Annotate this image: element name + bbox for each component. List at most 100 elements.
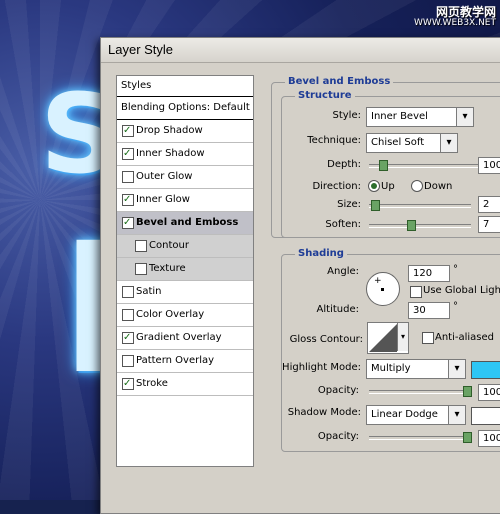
- styles-list: Styles Blending Options: Default Drop Sh…: [116, 75, 254, 467]
- style-item-contour[interactable]: Contour: [117, 235, 253, 258]
- depth-input[interactable]: 100: [478, 157, 500, 174]
- size-slider-thumb[interactable]: [371, 200, 380, 211]
- shadow-color-swatch[interactable]: [471, 407, 500, 425]
- structure-title: Structure: [295, 90, 355, 101]
- angle-label: Angle:: [327, 266, 359, 277]
- altitude-input[interactable]: 30: [408, 302, 450, 319]
- style-item-inner-glow[interactable]: Inner Glow: [117, 189, 253, 212]
- highlight-opacity-thumb[interactable]: [463, 386, 472, 397]
- crosshair-icon: +: [374, 276, 382, 286]
- style-item-label: Color Overlay: [136, 309, 205, 320]
- style-item-label: Stroke: [136, 378, 168, 389]
- anti-aliased-checkbox[interactable]: [422, 332, 434, 344]
- style-item-checkbox[interactable]: [122, 309, 134, 321]
- chevron-down-icon: ▾: [397, 323, 408, 351]
- soften-label: Soften:: [325, 219, 361, 230]
- style-item-label: Satin: [136, 286, 162, 297]
- soften-slider-thumb[interactable]: [407, 220, 416, 231]
- direction-down-label: Down: [424, 181, 453, 192]
- watermark: 网页教学网 WWW.WEB3X.NET: [414, 5, 496, 29]
- bevel-emboss-title: Bevel and Emboss: [285, 76, 394, 87]
- style-label: Style:: [332, 110, 362, 121]
- style-item-checkbox[interactable]: [135, 263, 147, 275]
- style-item-gradient-overlay[interactable]: Gradient Overlay: [117, 327, 253, 350]
- style-item-color-overlay[interactable]: Color Overlay: [117, 304, 253, 327]
- style-item-label: Bevel and Emboss: [136, 217, 239, 228]
- style-item-label: Pattern Overlay: [136, 355, 215, 366]
- style-item-label: Contour: [149, 240, 189, 251]
- altitude-label: Altitude:: [316, 304, 359, 315]
- highlight-opacity-input[interactable]: 100: [478, 384, 500, 401]
- size-slider-track[interactable]: [369, 200, 471, 211]
- style-item-inner-shadow[interactable]: Inner Shadow: [117, 143, 253, 166]
- angle-degree: °: [453, 264, 458, 275]
- dialog-title: Layer Style: [108, 42, 174, 57]
- dialog-titlebar[interactable]: Layer Style: [101, 38, 500, 63]
- shadow-mode-select[interactable]: Linear Dodge ▾: [366, 405, 466, 425]
- direction-up-radio[interactable]: [368, 180, 380, 192]
- shadow-opacity-input[interactable]: 100: [478, 430, 500, 447]
- soften-input[interactable]: 7: [478, 216, 500, 233]
- highlight-opacity-track[interactable]: [369, 386, 472, 397]
- soften-slider-track[interactable]: [369, 220, 471, 231]
- style-item-checkbox[interactable]: [122, 171, 134, 183]
- style-item-texture[interactable]: Texture: [117, 258, 253, 281]
- style-item-checkbox[interactable]: [122, 189, 134, 211]
- style-select[interactable]: Inner Bevel ▾: [366, 107, 474, 127]
- style-item-checkbox[interactable]: [135, 240, 147, 252]
- chevron-down-icon: ▾: [440, 134, 457, 152]
- angle-input[interactable]: 120: [408, 265, 450, 282]
- style-item-checkbox[interactable]: [122, 212, 134, 234]
- style-item-checkbox[interactable]: [122, 355, 134, 367]
- size-input[interactable]: 2: [478, 196, 500, 213]
- shadow-opacity-thumb[interactable]: [463, 432, 472, 443]
- style-item-outer-glow[interactable]: Outer Glow: [117, 166, 253, 189]
- global-light-label: Use Global Light: [423, 285, 500, 296]
- contour-preview-icon: [369, 324, 397, 352]
- altitude-degree: °: [453, 301, 458, 312]
- style-item-checkbox[interactable]: [122, 143, 134, 165]
- chevron-down-icon: ▾: [448, 406, 465, 424]
- technique-label: Technique:: [307, 135, 361, 146]
- styles-header[interactable]: Styles: [117, 76, 253, 97]
- depth-slider-track[interactable]: [369, 160, 481, 171]
- highlight-mode-select[interactable]: Multiply ▾: [366, 359, 466, 379]
- style-item-label: Gradient Overlay: [136, 332, 222, 343]
- global-light-checkbox[interactable]: [410, 286, 422, 298]
- shadow-mode-value: Linear Dodge: [371, 409, 438, 420]
- style-item-stroke[interactable]: Stroke: [117, 373, 253, 396]
- direction-down-radio[interactable]: [411, 180, 423, 192]
- style-item-pattern-overlay[interactable]: Pattern Overlay: [117, 350, 253, 373]
- gloss-contour-label: Gloss Contour:: [289, 334, 363, 345]
- technique-select[interactable]: Chisel Soft ▾: [366, 133, 458, 153]
- chevron-down-icon: ▾: [448, 360, 465, 378]
- style-item-satin[interactable]: Satin: [117, 281, 253, 304]
- style-item-label: Drop Shadow: [136, 125, 203, 136]
- direction-up-label: Up: [381, 181, 395, 192]
- style-item-label: Texture: [149, 263, 186, 274]
- shadow-opacity-track[interactable]: [369, 432, 472, 443]
- style-item-checkbox[interactable]: [122, 120, 134, 142]
- style-item-checkbox[interactable]: [122, 373, 134, 395]
- highlight-color-swatch[interactable]: [471, 361, 500, 379]
- style-item-label: Inner Shadow: [136, 148, 205, 159]
- chevron-down-icon: ▾: [456, 108, 473, 126]
- blending-options[interactable]: Blending Options: Default: [117, 97, 253, 120]
- direction-label: Direction:: [312, 181, 361, 192]
- shading-title: Shading: [295, 248, 347, 259]
- watermark-url: WWW.WEB3X.NET: [414, 18, 496, 29]
- anti-aliased-label: Anti-aliased: [435, 332, 495, 343]
- style-item-checkbox[interactable]: [122, 327, 134, 349]
- size-label: Size:: [337, 199, 361, 210]
- technique-value: Chisel Soft: [371, 137, 425, 148]
- gloss-contour-picker[interactable]: ▾: [367, 322, 409, 354]
- highlight-mode-label: Highlight Mode:: [282, 362, 361, 373]
- style-item-drop-shadow[interactable]: Drop Shadow: [117, 120, 253, 143]
- angle-dial[interactable]: +: [366, 272, 400, 306]
- shadow-opacity-label: Opacity:: [317, 431, 359, 442]
- style-item-checkbox[interactable]: [122, 286, 134, 298]
- style-item-bevel-and-emboss[interactable]: Bevel and Emboss: [117, 212, 253, 235]
- depth-label: Depth:: [327, 159, 361, 170]
- depth-slider-thumb[interactable]: [379, 160, 388, 171]
- layer-style-dialog: Layer Style Styles Blending Options: Def…: [100, 37, 500, 514]
